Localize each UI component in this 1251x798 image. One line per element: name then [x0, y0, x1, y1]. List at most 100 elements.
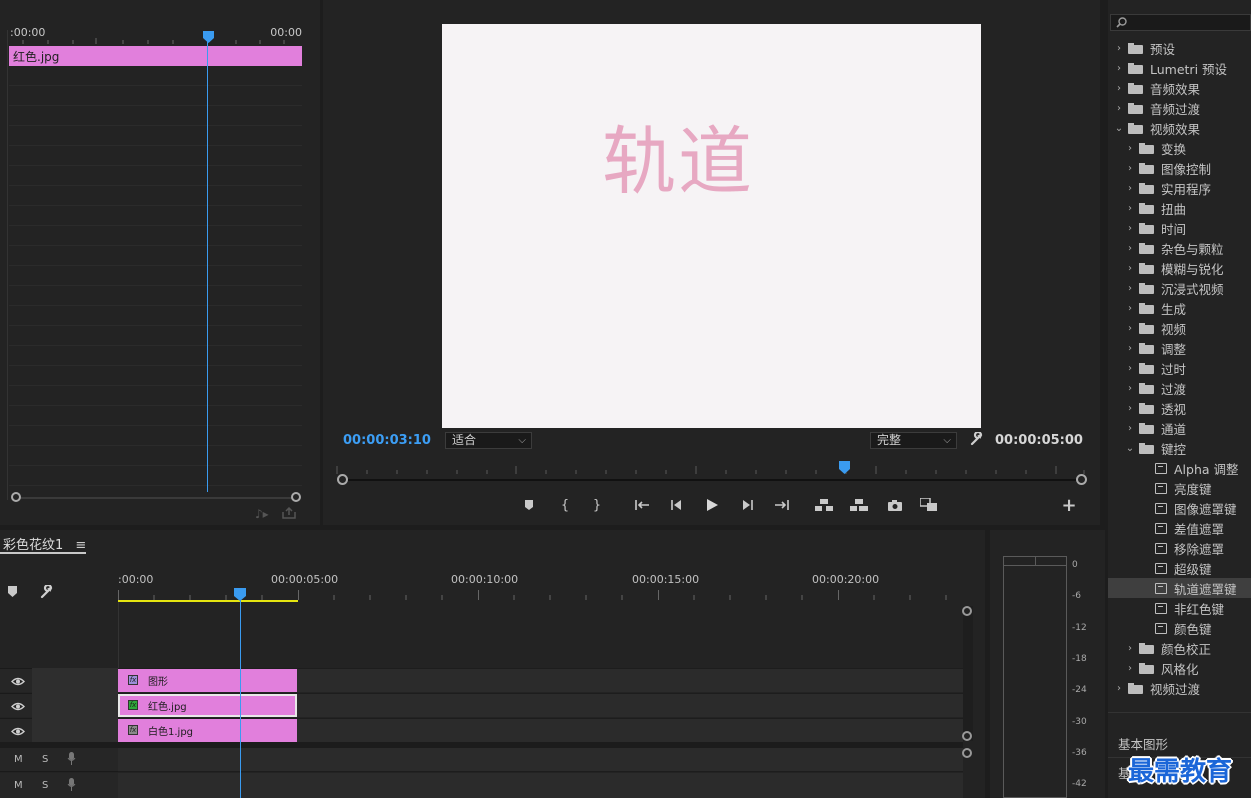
- chevron-right-icon[interactable]: ›: [1125, 383, 1135, 394]
- effect-folder[interactable]: › 通道: [1108, 418, 1251, 438]
- chevron-down-icon[interactable]: ⌄: [1114, 123, 1124, 134]
- eye-icon[interactable]: [11, 727, 25, 736]
- effect-folder[interactable]: › 视频过渡: [1108, 678, 1251, 698]
- effect-item[interactable]: 图像遮罩键: [1108, 498, 1251, 518]
- effect-folder[interactable]: ⌄ 键控: [1108, 438, 1251, 458]
- effect-item[interactable]: 超级键: [1108, 558, 1251, 578]
- effect-folder[interactable]: › 预设: [1108, 38, 1251, 58]
- chevron-right-icon[interactable]: ›: [1125, 643, 1135, 654]
- chevron-right-icon[interactable]: ›: [1114, 43, 1124, 54]
- extract-button[interactable]: [849, 496, 869, 514]
- effect-folder[interactable]: › 图像控制: [1108, 158, 1251, 178]
- marker-button[interactable]: [519, 496, 539, 514]
- solo-button[interactable]: S: [42, 780, 48, 791]
- step-back-button[interactable]: [667, 496, 687, 514]
- effect-folder[interactable]: › 颜色校正: [1108, 638, 1251, 658]
- chevron-right-icon[interactable]: ›: [1125, 363, 1135, 374]
- step-forward-button[interactable]: [737, 496, 757, 514]
- effect-folder[interactable]: › 音频过渡: [1108, 98, 1251, 118]
- timeline-clip-graphic[interactable]: fx 图形: [118, 669, 297, 692]
- lift-button[interactable]: [814, 496, 834, 514]
- effect-folder[interactable]: › 沉浸式视频: [1108, 278, 1251, 298]
- effect-item[interactable]: 非红色键: [1108, 598, 1251, 618]
- effect-folder[interactable]: › Lumetri 预设: [1108, 58, 1251, 78]
- chevron-right-icon[interactable]: ›: [1125, 163, 1135, 174]
- effect-folder[interactable]: › 模糊与锐化: [1108, 258, 1251, 278]
- effect-folder[interactable]: › 实用程序: [1108, 178, 1251, 198]
- effect-folder[interactable]: › 透视: [1108, 398, 1251, 418]
- chevron-right-icon[interactable]: ›: [1125, 403, 1135, 414]
- program-time-ruler[interactable]: [336, 458, 1086, 478]
- effect-folder[interactable]: › 调整: [1108, 338, 1251, 358]
- chevron-right-icon[interactable]: ›: [1114, 83, 1124, 94]
- microphone-icon[interactable]: [67, 752, 76, 765]
- chevron-right-icon[interactable]: ›: [1125, 243, 1135, 254]
- comparison-view-button[interactable]: [919, 496, 939, 514]
- chevron-right-icon[interactable]: ›: [1125, 203, 1135, 214]
- chevron-right-icon[interactable]: ›: [1114, 63, 1124, 74]
- effect-folder[interactable]: › 风格化: [1108, 658, 1251, 678]
- chevron-right-icon[interactable]: ›: [1114, 103, 1124, 114]
- chevron-right-icon[interactable]: ›: [1125, 343, 1135, 354]
- effect-folder[interactable]: › 过时: [1108, 358, 1251, 378]
- timeline-vertical-scrollbar[interactable]: [962, 606, 973, 741]
- audio-scroll-handle[interactable]: [962, 748, 972, 758]
- wrench-icon[interactable]: [39, 585, 53, 599]
- panel-menu-icon[interactable]: ≡: [75, 538, 86, 553]
- wrench-icon[interactable]: [969, 432, 983, 446]
- camera-icon[interactable]: [885, 496, 905, 514]
- effect-item[interactable]: 差值遮罩: [1108, 518, 1251, 538]
- effect-folder[interactable]: › 变换: [1108, 138, 1251, 158]
- effect-folder[interactable]: › 视频: [1108, 318, 1251, 338]
- microphone-icon[interactable]: [67, 778, 76, 791]
- play-button[interactable]: [702, 496, 722, 514]
- export-icon[interactable]: [282, 507, 296, 519]
- add-button[interactable]: +: [1059, 495, 1079, 516]
- chevron-right-icon[interactable]: ›: [1125, 263, 1135, 274]
- chevron-right-icon[interactable]: ›: [1125, 323, 1135, 334]
- playhead-timecode[interactable]: 00:00:03:10: [343, 433, 431, 448]
- solo-button[interactable]: S: [42, 754, 48, 765]
- go-to-out-button[interactable]: [771, 496, 791, 514]
- effect-item[interactable]: 轨道遮罩键: [1108, 578, 1251, 598]
- source-clip[interactable]: 红色.jpg: [9, 46, 302, 66]
- chevron-right-icon[interactable]: ›: [1125, 183, 1135, 194]
- effect-item[interactable]: 移除遮罩: [1108, 538, 1251, 558]
- source-zoom-scrollbar[interactable]: [11, 492, 301, 504]
- timeline-clip-white[interactable]: fx 白色1.jpg: [118, 719, 297, 742]
- program-playhead-handle[interactable]: [838, 461, 852, 475]
- effect-folder[interactable]: › 扭曲: [1108, 198, 1251, 218]
- chevron-right-icon[interactable]: ›: [1114, 683, 1124, 694]
- source-time-ruler[interactable]: :00:00 00:00: [8, 20, 302, 44]
- eye-icon[interactable]: [11, 677, 25, 686]
- chevron-right-icon[interactable]: ›: [1125, 223, 1135, 234]
- mute-button[interactable]: M: [14, 780, 23, 791]
- source-playhead-handle[interactable]: [203, 31, 214, 43]
- chevron-right-icon[interactable]: ›: [1125, 663, 1135, 674]
- chevron-down-icon[interactable]: ⌄: [1125, 443, 1135, 454]
- scrub-end-handle[interactable]: [1076, 474, 1087, 485]
- quality-dropdown[interactable]: 完整 ⌵: [870, 432, 957, 449]
- effects-search-input[interactable]: [1110, 14, 1251, 31]
- effect-item[interactable]: Alpha 调整: [1108, 458, 1251, 478]
- go-to-in-button[interactable]: [633, 496, 653, 514]
- effect-item[interactable]: 亮度键: [1108, 478, 1251, 498]
- sequence-tab[interactable]: 彩色花纹1 ≡: [0, 534, 87, 554]
- chevron-right-icon[interactable]: ›: [1125, 143, 1135, 154]
- fit-dropdown[interactable]: 适合 ⌵: [445, 432, 532, 449]
- effect-folder[interactable]: › 生成: [1108, 298, 1251, 318]
- effect-folder[interactable]: › 时间: [1108, 218, 1251, 238]
- marker-icon[interactable]: [8, 586, 17, 597]
- chevron-right-icon[interactable]: ›: [1125, 303, 1135, 314]
- effect-folder[interactable]: › 过渡: [1108, 378, 1251, 398]
- chevron-right-icon[interactable]: ›: [1125, 423, 1135, 434]
- mark-out-button[interactable]: }: [587, 496, 607, 514]
- effect-folder[interactable]: ⌄ 视频效果: [1108, 118, 1251, 138]
- eye-icon[interactable]: [11, 702, 25, 711]
- effect-folder[interactable]: › 音频效果: [1108, 78, 1251, 98]
- effect-folder[interactable]: › 杂色与颗粒: [1108, 238, 1251, 258]
- mute-button[interactable]: M: [14, 754, 23, 765]
- mark-in-button[interactable]: {: [555, 496, 575, 514]
- timeline-clip-red[interactable]: fx 红色.jpg: [118, 694, 297, 717]
- insert-icon[interactable]: ♪▸: [255, 507, 269, 521]
